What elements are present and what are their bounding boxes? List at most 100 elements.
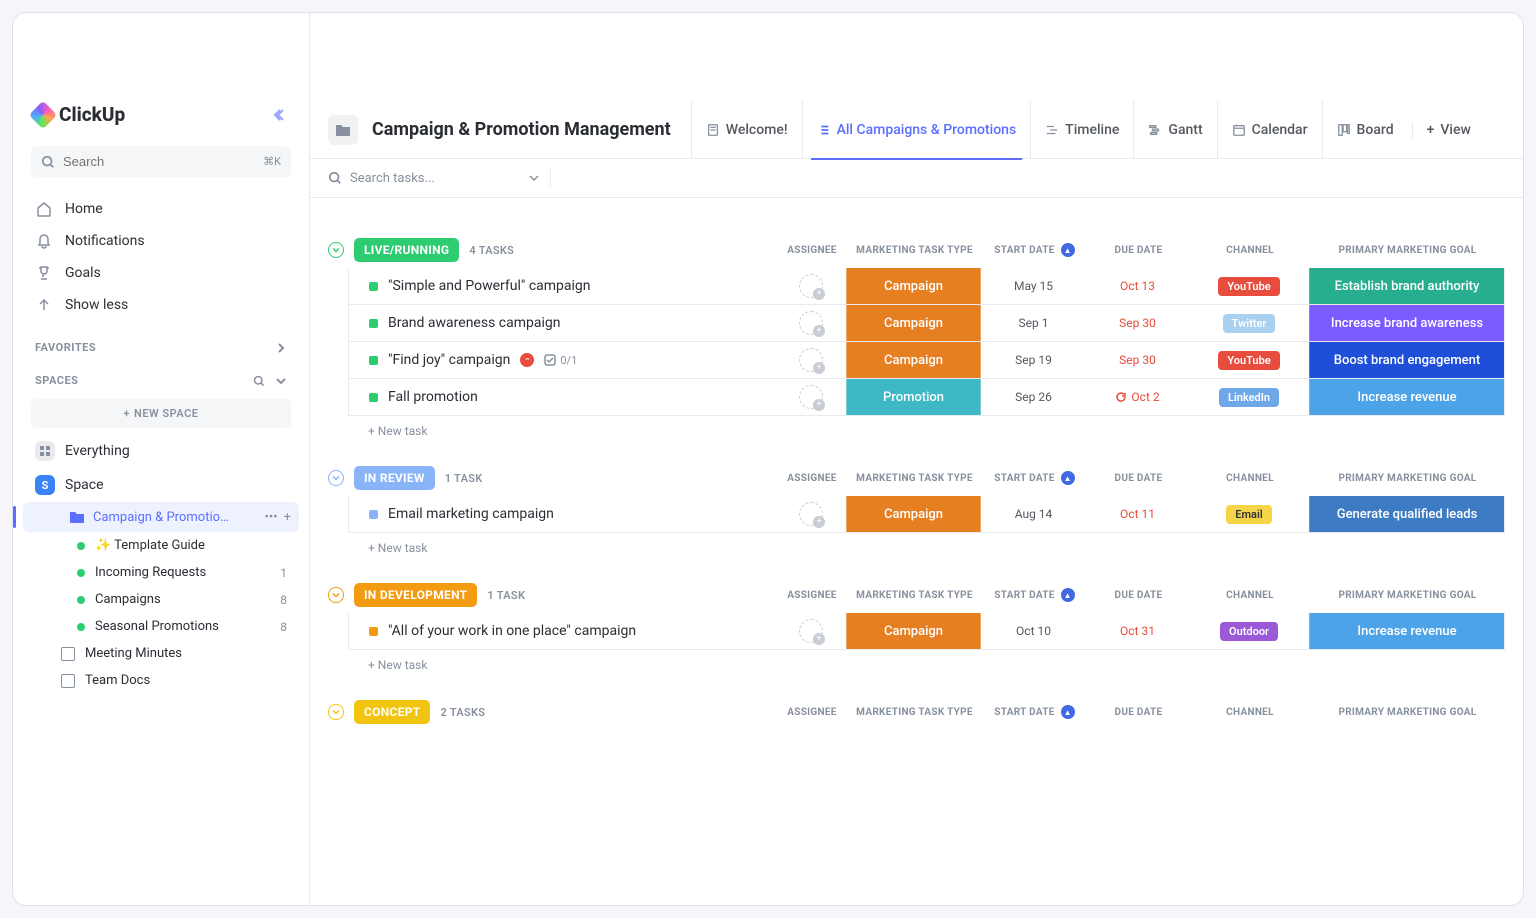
start-date-cell[interactable]: Aug 14	[981, 496, 1086, 532]
status-square[interactable]	[369, 627, 378, 636]
task-row[interactable]: "Find joy" campaign −0/1 Campaign Sep 19…	[348, 342, 1505, 379]
new-space-button[interactable]: +NEW SPACE	[31, 399, 291, 428]
doc-item[interactable]: Team Docs	[13, 667, 309, 694]
col-goal[interactable]: PRIMARY MARKETING GOAL	[1310, 243, 1505, 257]
col-channel[interactable]: CHANNEL	[1190, 243, 1310, 257]
task-row[interactable]: Brand awareness campaign Campaign Sep 1 …	[348, 305, 1505, 342]
col-start[interactable]: START DATE▲	[982, 243, 1087, 257]
more-icon[interactable]: •••	[264, 510, 277, 525]
list-item[interactable]: Seasonal Promotions8	[13, 613, 309, 640]
col-goal[interactable]: PRIMARY MARKETING GOAL	[1310, 471, 1505, 485]
assignee-cell[interactable]	[776, 496, 846, 532]
assignee-cell[interactable]	[776, 613, 846, 649]
sidebar-search-input[interactable]	[63, 154, 255, 169]
col-type[interactable]: MARKETING TASK TYPE	[847, 705, 982, 719]
add-assignee-icon[interactable]	[799, 385, 823, 409]
add-assignee-icon[interactable]	[799, 311, 823, 335]
goal-cell[interactable]: Generate qualified leads	[1309, 496, 1504, 532]
task-row[interactable]: Email marketing campaign Campaign Aug 14…	[348, 496, 1505, 533]
goal-cell[interactable]: Increase revenue	[1309, 379, 1504, 415]
col-type[interactable]: MARKETING TASK TYPE	[847, 588, 982, 602]
assignee-cell[interactable]	[776, 379, 846, 415]
status-chip[interactable]: IN DEVELOPMENT	[354, 583, 477, 607]
search-icon[interactable]	[253, 375, 265, 387]
goal-cell[interactable]: Increase brand awareness	[1309, 305, 1504, 341]
folder-chip-icon[interactable]	[328, 115, 358, 145]
nav-item-show-less[interactable]: Show less	[13, 289, 309, 321]
status-square[interactable]	[369, 393, 378, 402]
start-date-cell[interactable]: Oct 10	[981, 613, 1086, 649]
type-cell[interactable]: Campaign	[846, 268, 981, 304]
chevron-down-icon[interactable]	[528, 172, 540, 184]
favorites-header[interactable]: FAVORITES	[13, 327, 309, 360]
start-date-cell[interactable]: Sep 1	[981, 305, 1086, 341]
list-item[interactable]: Incoming Requests1	[13, 559, 309, 586]
task-name-cell[interactable]: "Find joy" campaign −0/1	[349, 342, 776, 378]
due-date-cell[interactable]: Oct 2	[1086, 379, 1189, 415]
nav-item-notifications[interactable]: Notifications	[13, 225, 309, 257]
col-due[interactable]: DUE DATE	[1087, 471, 1190, 485]
collapse-group-icon[interactable]	[328, 587, 344, 603]
tab-all-campaigns-promotions[interactable]: All Campaigns & Promotions	[802, 101, 1031, 159]
status-chip[interactable]: LIVE/RUNNING	[354, 238, 459, 262]
type-cell[interactable]: Campaign	[846, 496, 981, 532]
task-row[interactable]: "All of your work in one place" campaign…	[348, 613, 1505, 650]
type-cell[interactable]: Promotion	[846, 379, 981, 415]
task-name-cell[interactable]: "All of your work in one place" campaign	[349, 613, 776, 649]
new-task-button[interactable]: + New task	[328, 416, 1505, 438]
add-assignee-icon[interactable]	[799, 348, 823, 372]
due-date-cell[interactable]: Oct 13	[1086, 268, 1189, 304]
col-start[interactable]: START DATE▲	[982, 705, 1087, 719]
col-assignee[interactable]: ASSIGNEE	[777, 471, 847, 485]
type-cell[interactable]: Campaign	[846, 613, 981, 649]
channel-cell[interactable]: YouTube	[1189, 342, 1309, 378]
task-name-cell[interactable]: Email marketing campaign	[349, 496, 776, 532]
add-assignee-icon[interactable]	[799, 619, 823, 643]
nav-item-goals[interactable]: Goals	[13, 257, 309, 289]
add-assignee-icon[interactable]	[799, 274, 823, 298]
start-date-cell[interactable]: Sep 19	[981, 342, 1086, 378]
col-type[interactable]: MARKETING TASK TYPE	[847, 471, 982, 485]
sidebar-item-space[interactable]: S Space	[13, 468, 309, 502]
col-due[interactable]: DUE DATE	[1087, 588, 1190, 602]
task-name-cell[interactable]: Brand awareness campaign	[349, 305, 776, 341]
col-start[interactable]: START DATE▲	[982, 471, 1087, 485]
status-chip[interactable]: IN REVIEW	[354, 466, 435, 490]
new-task-button[interactable]: + New task	[328, 650, 1505, 672]
col-channel[interactable]: CHANNEL	[1190, 471, 1310, 485]
due-date-cell[interactable]: Oct 31	[1086, 613, 1189, 649]
col-goal[interactable]: PRIMARY MARKETING GOAL	[1310, 588, 1505, 602]
start-date-cell[interactable]: May 15	[981, 268, 1086, 304]
tab-timeline[interactable]: Timeline	[1030, 101, 1133, 159]
task-name-cell[interactable]: Fall promotion	[349, 379, 776, 415]
col-due[interactable]: DUE DATE	[1087, 705, 1190, 719]
add-icon[interactable]: +	[284, 510, 291, 525]
chevron-down-icon[interactable]	[275, 375, 287, 387]
list-item[interactable]: Campaigns8	[13, 586, 309, 613]
due-date-cell[interactable]: Sep 30	[1086, 342, 1189, 378]
col-type[interactable]: MARKETING TASK TYPE	[847, 243, 982, 257]
goal-cell[interactable]: Increase revenue	[1309, 613, 1504, 649]
col-goal[interactable]: PRIMARY MARKETING GOAL	[1310, 705, 1505, 719]
start-date-cell[interactable]: Sep 26	[981, 379, 1086, 415]
channel-cell[interactable]: Twitter	[1189, 305, 1309, 341]
col-channel[interactable]: CHANNEL	[1190, 588, 1310, 602]
status-square[interactable]	[369, 319, 378, 328]
sidebar-folder-campaign[interactable]: Campaign & Promotion M… ••• +	[23, 502, 299, 532]
logo[interactable]: ClickUp	[33, 103, 125, 126]
task-row[interactable]: "Simple and Powerful" campaign Campaign …	[348, 268, 1505, 305]
status-square[interactable]	[369, 356, 378, 365]
tab-gantt[interactable]: Gantt	[1133, 101, 1216, 159]
collapse-group-icon[interactable]	[328, 242, 344, 258]
task-row[interactable]: Fall promotion Promotion Sep 26 Oct 2 Li…	[348, 379, 1505, 416]
col-channel[interactable]: CHANNEL	[1190, 705, 1310, 719]
nav-item-home[interactable]: Home	[13, 193, 309, 225]
goal-cell[interactable]: Establish brand authority	[1309, 268, 1504, 304]
due-date-cell[interactable]: Oct 11	[1086, 496, 1189, 532]
collapse-group-icon[interactable]	[328, 470, 344, 486]
sidebar-item-everything[interactable]: Everything	[13, 434, 309, 468]
task-name-cell[interactable]: "Simple and Powerful" campaign	[349, 268, 776, 304]
tab-calendar[interactable]: Calendar	[1217, 101, 1322, 159]
goal-cell[interactable]: Boost brand engagement	[1309, 342, 1504, 378]
list-item[interactable]: ✨ Template Guide	[13, 532, 309, 559]
